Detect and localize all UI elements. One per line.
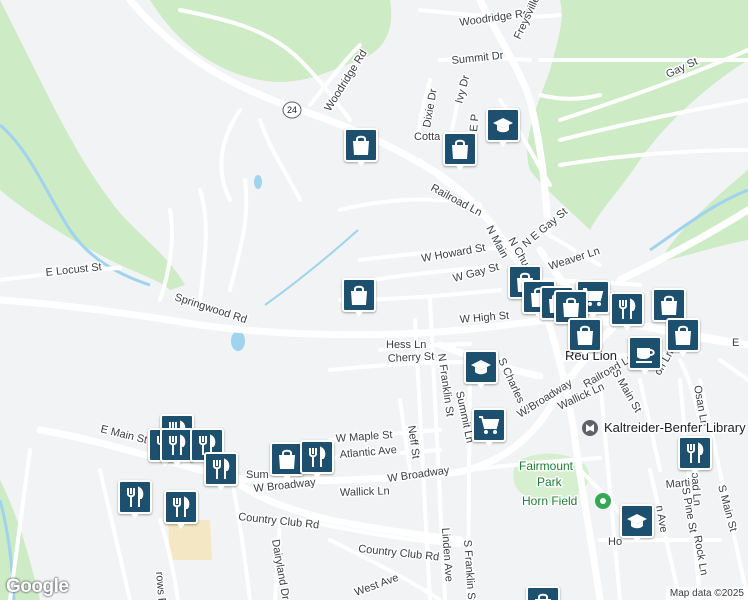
pin-tail bbox=[632, 536, 642, 543]
poi-pin-shopping[interactable] bbox=[342, 278, 376, 320]
google-logo: Google bbox=[6, 576, 69, 597]
street-label-wallick-ln: Wallick Ln bbox=[340, 485, 390, 499]
street-label-rows-rd: rows Rd bbox=[153, 571, 168, 600]
route-number: 24 bbox=[287, 105, 297, 115]
pin-tail bbox=[498, 140, 508, 147]
route-shield: 24 bbox=[282, 101, 302, 119]
poi-pin-restaurant[interactable] bbox=[164, 490, 198, 532]
field-label: Horn Field bbox=[522, 494, 577, 508]
pin-tail bbox=[580, 350, 590, 357]
pin-tail bbox=[678, 350, 688, 357]
pin-tail bbox=[312, 472, 322, 479]
map-credit[interactable]: Map data ©2025 bbox=[665, 587, 748, 600]
poi-pin-shopping[interactable] bbox=[666, 318, 700, 360]
map-view[interactable]: 24 Woodridge Rd Freysville Rd Summit Dr Woo… bbox=[0, 0, 748, 600]
pin-tail bbox=[216, 484, 226, 491]
pin-tail bbox=[356, 160, 366, 167]
pin-tail bbox=[354, 310, 364, 317]
library-label: Kaltreider-Benfer Library bbox=[604, 420, 746, 435]
poi-pin-restaurant[interactable] bbox=[678, 436, 712, 478]
poi-pin-restaurant[interactable] bbox=[118, 480, 152, 522]
pin-tail bbox=[484, 440, 494, 447]
pin-tail bbox=[176, 522, 186, 529]
poi-pin-shopping[interactable] bbox=[270, 442, 304, 484]
poi-pin-school[interactable] bbox=[486, 108, 520, 150]
poi-pin-shopping[interactable] bbox=[443, 132, 477, 174]
pin-tail bbox=[282, 474, 292, 481]
pin-tail bbox=[172, 460, 182, 467]
poi-pin-shopping[interactable] bbox=[526, 586, 560, 600]
poi-pin-cafe[interactable] bbox=[628, 336, 662, 378]
poi-pin-restaurant[interactable] bbox=[300, 440, 334, 482]
pin-tail bbox=[622, 324, 632, 331]
poi-pin-restaurant[interactable] bbox=[610, 292, 644, 334]
street-label-sum: Sum bbox=[246, 469, 269, 481]
street-label-cherry-st: Cherry St bbox=[388, 351, 435, 365]
park-label-line2: Park bbox=[537, 475, 563, 489]
poi-pin-restaurant[interactable] bbox=[204, 452, 238, 494]
street-label-hess-ln: Hess Ln bbox=[386, 339, 426, 351]
pin-tail bbox=[476, 382, 486, 389]
street-label-cottage: Cotta bbox=[414, 131, 441, 143]
pin-tail bbox=[130, 512, 140, 519]
pin-tail bbox=[690, 468, 700, 475]
poi-pin-school[interactable] bbox=[620, 504, 654, 546]
poi-pin-restaurant[interactable] bbox=[160, 428, 194, 470]
street-label-e-edge: E bbox=[732, 337, 739, 349]
poi-pin-school[interactable] bbox=[464, 350, 498, 392]
pin-tail bbox=[455, 164, 465, 171]
poi-pin-shopping[interactable] bbox=[568, 318, 602, 360]
poi-pin-grocery[interactable] bbox=[472, 408, 506, 450]
pin-tail bbox=[640, 368, 650, 375]
park-label: Fairmount bbox=[519, 459, 574, 473]
street-label-e-p-st: E P bbox=[468, 114, 482, 133]
poi-pin-shopping[interactable] bbox=[344, 128, 378, 170]
